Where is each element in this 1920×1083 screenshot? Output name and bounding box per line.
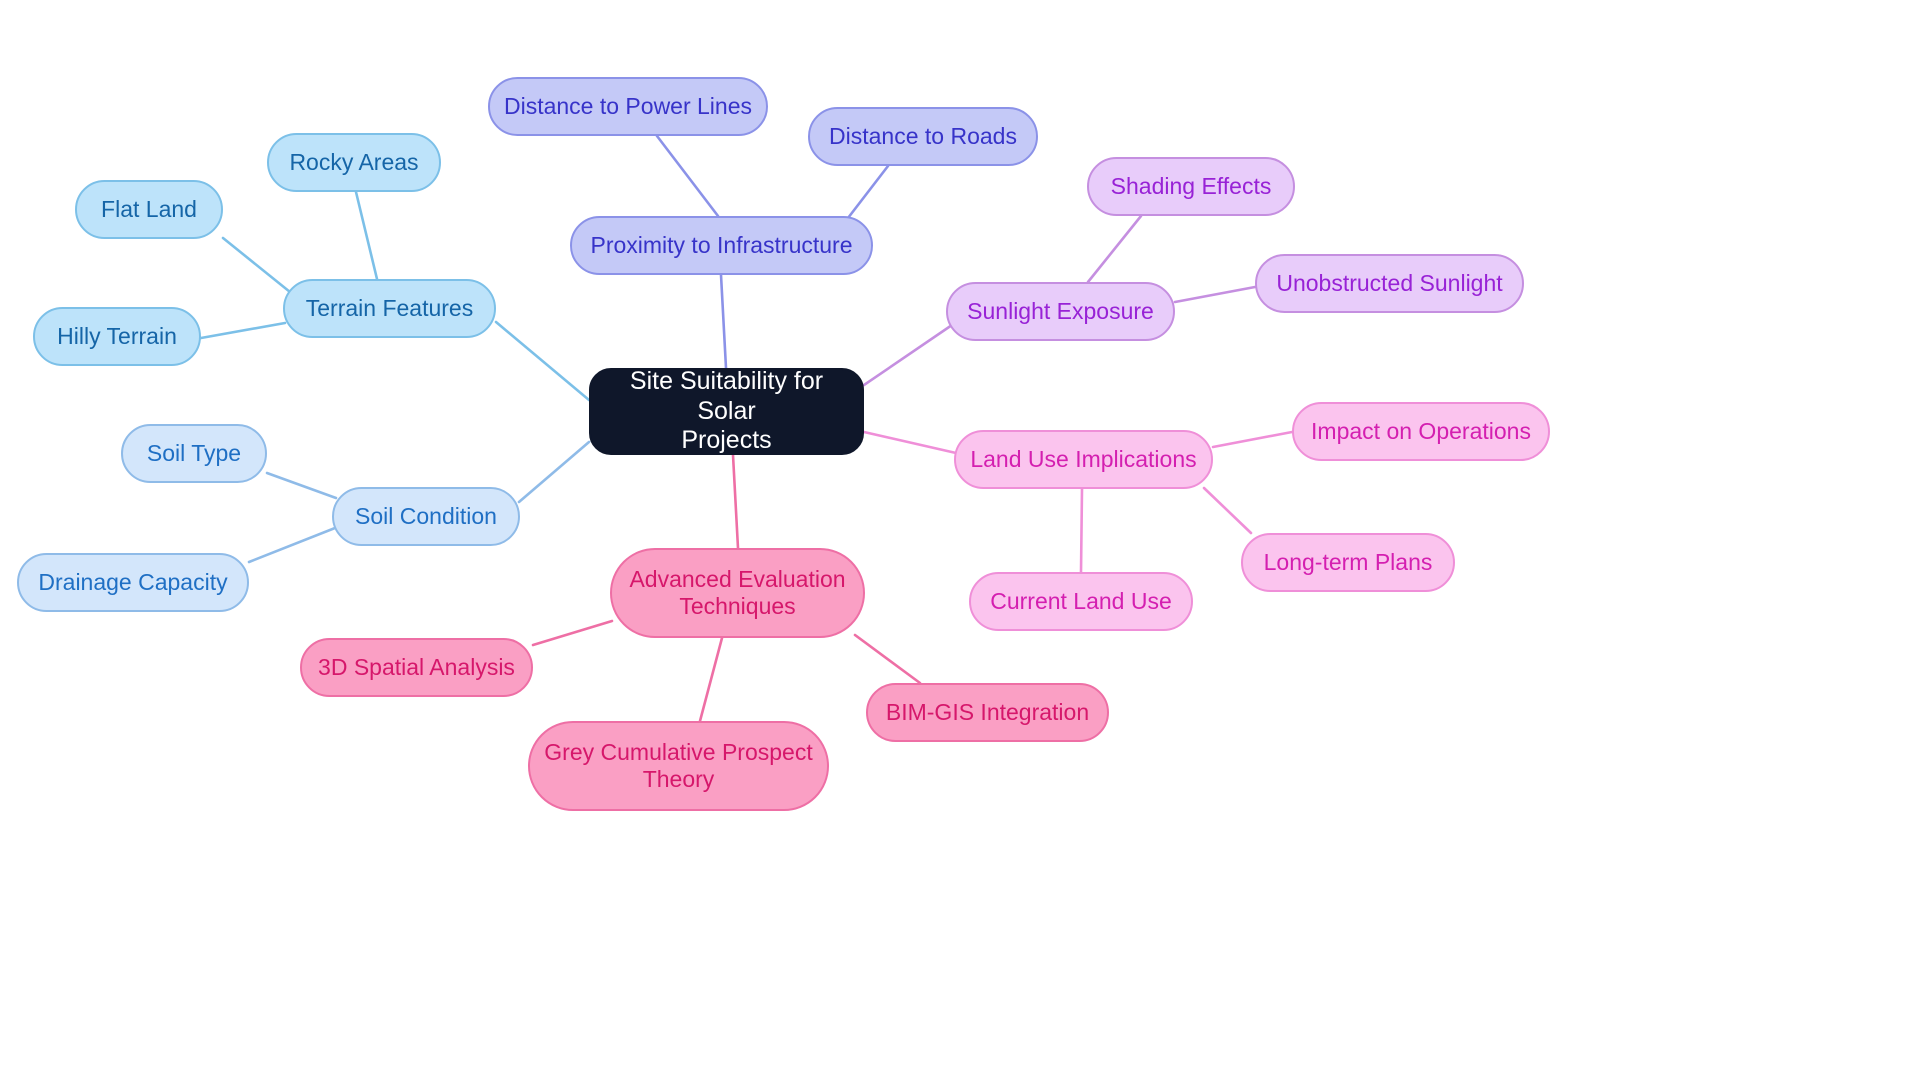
mindmap-node-label-advanced-evaluation-techniques: Advanced Evaluation Techniques [629,565,846,619]
mindmap-node-label-current-land-use: Current Land Use [990,587,1172,614]
mindmap-node-bim-gis-integration[interactable]: BIM-GIS Integration [866,683,1109,742]
connector-sunlight-exposure-to-shading-effects [1086,214,1143,284]
connector-land-use-implications-to-long-term-plans [1202,486,1253,535]
mindmap-node-distance-to-power-lines[interactable]: Distance to Power Lines [488,77,768,136]
mindmap-node-unobstructed-sunlight[interactable]: Unobstructed Sunlight [1255,254,1524,313]
connector-sunlight-exposure-to-unobstructed-sunlight [1173,285,1257,304]
mindmap-node-root[interactable]: Site Suitability for Solar Projects [589,367,864,455]
mindmap-node-impact-on-operations[interactable]: Impact on Operations [1292,402,1550,461]
connector-root-to-advanced-evaluation-techniques [731,453,740,550]
mindmap-node-proximity-to-infrastructure[interactable]: Proximity to Infrastructure [570,216,873,275]
mindmap-node-label-rocky-areas: Rocky Areas [289,148,419,175]
connector-land-use-implications-to-impact-on-operations [1211,430,1294,449]
mindmap-node-label-drainage-capacity: Drainage Capacity [38,568,228,595]
mindmap-node-land-use-implications[interactable]: Land Use Implications [954,430,1213,489]
mindmap-node-label-proximity-to-infrastructure: Proximity to Infrastructure [590,231,853,258]
connector-terrain-features-to-flat-land [221,236,292,294]
mindmap-node-3d-spatial-analysis[interactable]: 3D Spatial Analysis [300,638,533,697]
connector-proximity-to-infrastructure-to-distance-to-power-lines [655,134,720,218]
mindmap-node-rocky-areas[interactable]: Rocky Areas [267,133,441,192]
mindmap-node-label-land-use-implications: Land Use Implications [970,445,1197,472]
mindmap-node-label-sunlight-exposure: Sunlight Exposure [967,297,1154,324]
connector-land-use-implications-to-current-land-use [1079,487,1084,574]
mindmap-node-shading-effects[interactable]: Shading Effects [1087,157,1295,216]
mindmap-node-label-long-term-plans: Long-term Plans [1263,548,1433,575]
connector-advanced-evaluation-techniques-to-bim-gis-integration [853,633,922,685]
mindmap-node-label-flat-land: Flat Land [101,195,197,222]
mindmap-node-soil-type[interactable]: Soil Type [121,424,267,483]
mindmap-node-label-soil-condition: Soil Condition [355,502,497,529]
mindmap-node-label-terrain-features: Terrain Features [305,294,474,321]
mindmap-node-label-hilly-terrain: Hilly Terrain [57,322,177,349]
connector-advanced-evaluation-techniques-to-3d-spatial-analysis [531,619,614,647]
mindmap-node-label-impact-on-operations: Impact on Operations [1311,417,1531,444]
connector-soil-condition-to-drainage-capacity [247,526,337,564]
mindmap-node-label-soil-type: Soil Type [146,439,242,466]
mindmap-node-flat-land[interactable]: Flat Land [75,180,223,239]
mindmap-node-sunlight-exposure[interactable]: Sunlight Exposure [946,282,1175,341]
connector-terrain-features-to-hilly-terrain [199,321,287,340]
connector-root-to-proximity-to-infrastructure [719,273,728,370]
mindmap-node-label-grey-cumulative-prospect-theory: Grey Cumulative Prospect Theory [544,738,813,792]
connector-root-to-sunlight-exposure [862,323,954,387]
mindmap-node-terrain-features[interactable]: Terrain Features [283,279,496,338]
mindmap-node-hilly-terrain[interactable]: Hilly Terrain [33,307,201,366]
mindmap-node-advanced-evaluation-techniques[interactable]: Advanced Evaluation Techniques [610,548,865,638]
mindmap-node-drainage-capacity[interactable]: Drainage Capacity [17,553,249,612]
connector-root-to-terrain-features [494,320,591,402]
mindmap-node-label-unobstructed-sunlight: Unobstructed Sunlight [1276,269,1503,296]
mindmap-node-label-distance-to-roads: Distance to Roads [829,122,1017,149]
mindmap-node-label-root: Site Suitability for Solar Projects [629,367,824,455]
connector-soil-condition-to-soil-type [265,471,338,500]
connector-root-to-land-use-implications [862,430,958,455]
mindmap-canvas: Site Suitability for Solar Projects Terra… [0,0,1920,1083]
connector-advanced-evaluation-techniques-to-grey-cumulative-prospect-theory [698,636,724,723]
mindmap-node-label-distance-to-power-lines: Distance to Power Lines [503,92,752,119]
mindmap-node-long-term-plans[interactable]: Long-term Plans [1241,533,1455,592]
connector-terrain-features-to-rocky-areas [354,190,379,281]
connector-root-to-soil-condition [517,440,591,504]
mindmap-node-current-land-use[interactable]: Current Land Use [969,572,1193,631]
mindmap-node-label-shading-effects: Shading Effects [1110,172,1272,199]
mindmap-node-soil-condition[interactable]: Soil Condition [332,487,520,546]
mindmap-node-label-3d-spatial-analysis: 3D Spatial Analysis [318,653,515,680]
mindmap-node-label-bim-gis-integration: BIM-GIS Integration [885,698,1090,725]
connector-proximity-to-infrastructure-to-distance-to-roads [846,164,890,220]
mindmap-node-distance-to-roads[interactable]: Distance to Roads [808,107,1038,166]
mindmap-node-grey-cumulative-prospect-theory[interactable]: Grey Cumulative Prospect Theory [528,721,829,811]
